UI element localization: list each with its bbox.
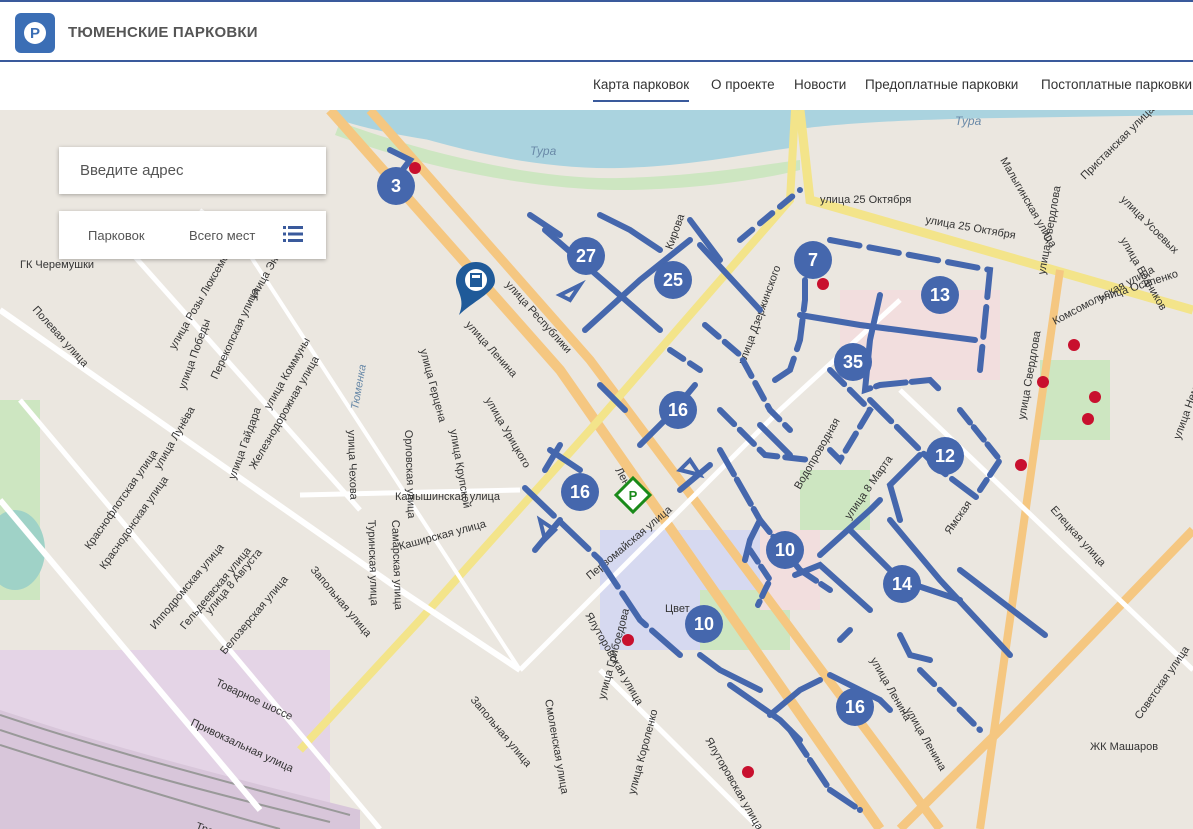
hospital-icon [1082,413,1094,425]
svg-text:Цвет: Цвет [665,603,690,615]
main-nav: Карта парковок О проекте Новости Предопл… [0,62,1193,111]
hospital-icon [1037,376,1049,388]
parking-cluster-marker[interactable]: 7 [794,241,832,279]
nav-item-parking-map[interactable]: Карта парковок [593,77,690,102]
parking-cluster-marker[interactable]: 10 [685,605,723,643]
hospital-icon [817,278,829,290]
hospital-icon [1015,459,1027,471]
site-title[interactable]: ТЮМЕНСКИЕ ПАРКОВКИ [68,24,258,41]
total-places-label: Всего мест [189,228,256,243]
logo-icon[interactable]: P [15,13,55,53]
parking-cluster-marker[interactable]: 27 [567,237,605,275]
parking-cluster-marker[interactable]: 12 [926,437,964,475]
parking-cluster-marker[interactable]: 35 [834,343,872,381]
hospital-icon [1089,391,1101,403]
parking-cluster-marker[interactable]: 16 [836,688,874,726]
hospital-icon [1068,339,1080,351]
parking-cluster-marker[interactable]: 3 [377,167,415,205]
parking-cluster-marker[interactable]: 13 [921,276,959,314]
parking-cluster-marker[interactable]: 16 [659,391,697,429]
svg-text:P: P [629,488,638,503]
hospital-icon [622,634,634,646]
parking-cluster-marker[interactable]: 16 [561,473,599,511]
header: P ТЮМЕНСКИЕ ПАРКОВКИ [0,2,1193,60]
address-search-input[interactable] [78,147,312,194]
svg-text:улица 25 Октября: улица 25 Октября [820,194,911,206]
parkings-count-label: Парковок [88,228,145,243]
svg-text:улица Чехова: улица Чехова [345,430,359,501]
svg-text:ЖК Машаров: ЖК Машаров [1090,741,1158,753]
logo-letter: P [24,22,46,44]
nav-item-about[interactable]: О проекте [711,77,775,92]
hospital-icon [742,766,754,778]
nav-item-news[interactable]: Новости [794,77,846,92]
nav-item-prepaid[interactable]: Предоплатные парковки [865,77,1018,92]
list-icon[interactable] [283,225,303,243]
river-label: Тура [530,144,557,158]
parking-cluster-marker[interactable]: 14 [883,565,921,603]
svg-text:ГК Черемушки: ГК Черемушки [20,259,94,271]
nav-item-postpaid[interactable]: Постоплатные парковки [1041,77,1192,92]
stats-panel: Парковок Всего мест [59,211,326,259]
parking-cluster-marker[interactable]: 10 [766,531,804,569]
parking-cluster-marker[interactable]: 25 [654,261,692,299]
river-label: Тура [955,114,982,128]
address-search-box [59,147,326,194]
